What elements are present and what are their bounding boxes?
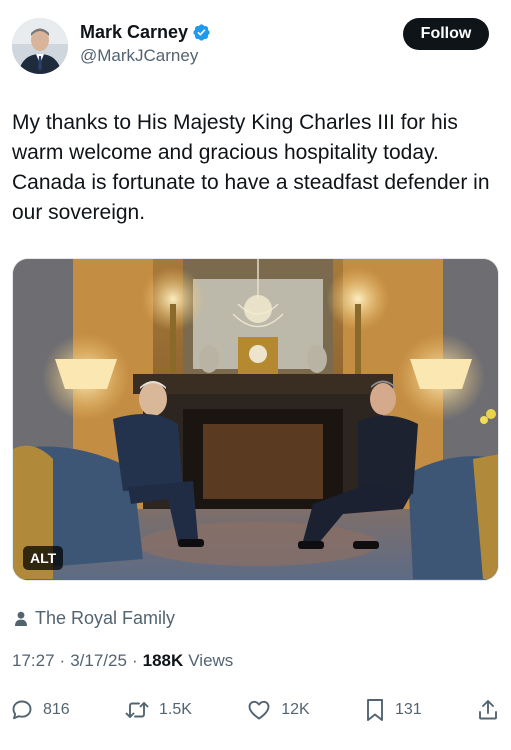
verified-badge-icon[interactable] <box>192 23 211 42</box>
share-button[interactable] <box>476 698 500 722</box>
share-icon <box>476 698 500 722</box>
like-button[interactable]: 12K <box>246 698 310 722</box>
attribution-label: The Royal Family <box>35 608 176 628</box>
bookmark-count: 131 <box>394 701 422 718</box>
repost-icon <box>124 698 150 722</box>
author-block: Mark Carney @MarkJCarney <box>80 22 211 66</box>
reply-count: 816 <box>43 701 70 718</box>
tweet-date[interactable]: 3/17/25 <box>70 651 127 671</box>
tweet-time[interactable]: 17:27 <box>12 651 55 671</box>
repost-count: 1.5K <box>159 701 192 718</box>
tweet-header: Mark Carney @MarkJCarney Follow <box>12 14 499 76</box>
reply-icon <box>10 698 34 722</box>
views-label: Views <box>188 651 234 670</box>
tweet-text: My thanks to His Majesty King Charles II… <box>12 111 490 224</box>
tweet-media-photo[interactable]: ALT <box>12 258 499 581</box>
like-count: 12K <box>281 701 310 718</box>
tweet-meta: 17:27 · 3/17/25 · 188K Views <box>12 651 233 671</box>
bookmark-icon <box>364 697 386 723</box>
reply-button[interactable]: 816 <box>10 698 70 722</box>
alt-text-badge[interactable]: ALT <box>23 546 64 570</box>
avatar[interactable] <box>12 18 68 74</box>
author-display-name[interactable]: Mark Carney <box>80 22 188 43</box>
author-handle[interactable]: @MarkJCarney <box>80 46 211 66</box>
tweet-actions-bar: 816 1.5K 12K 131 <box>10 694 500 726</box>
meta-separator: · <box>131 651 138 670</box>
follow-button[interactable]: Follow <box>403 18 489 50</box>
views-count: 188K <box>142 651 184 670</box>
photo-attribution[interactable]: The Royal Family <box>14 608 175 629</box>
photo-illustration <box>13 259 498 580</box>
person-icon <box>14 611 28 627</box>
bookmark-button[interactable]: 131 <box>364 697 422 723</box>
like-icon <box>246 698 272 722</box>
repost-button[interactable]: 1.5K <box>124 698 192 722</box>
meta-separator: · <box>59 651 66 670</box>
